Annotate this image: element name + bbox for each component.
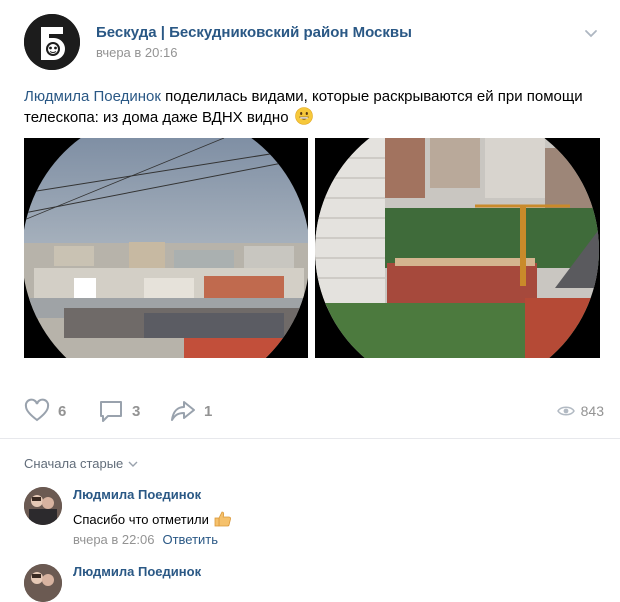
group-logo-icon: [24, 14, 80, 70]
thumbs-up-emoji-icon: [214, 511, 231, 527]
chevron-down-icon: [128, 461, 138, 467]
divider: [0, 438, 620, 439]
comment-author-link[interactable]: Людмила Поединок: [73, 487, 201, 502]
author-mention-link[interactable]: Людмила Поединок: [24, 88, 161, 105]
post-photo-2[interactable]: [315, 138, 600, 358]
comment-icon: [100, 401, 122, 422]
comment-author-link[interactable]: Людмила Поединок: [73, 564, 201, 579]
eye-icon: [556, 406, 575, 416]
heart-icon: [24, 398, 50, 422]
user-avatar-photo: [24, 564, 62, 602]
user-avatar-photo: [24, 487, 62, 525]
like-button[interactable]: 6: [24, 396, 66, 426]
comment-count: 3: [132, 402, 141, 420]
chevron-down-icon[interactable]: [584, 26, 598, 40]
post-header: Бескуда | Бескудниковский район Москвы в…: [24, 14, 604, 72]
grinning-face-emoji-icon: [294, 107, 313, 125]
views-count: 843: [580, 403, 604, 419]
sort-label: Сначала старые: [24, 456, 124, 471]
comment-button[interactable]: 3: [98, 396, 140, 426]
post-time[interactable]: вчера в 20:16: [96, 45, 177, 60]
post-text: Людмила Поединок поделилась видами, кото…: [24, 86, 594, 128]
views-counter: 843: [556, 396, 604, 426]
comment-time[interactable]: вчера в 22:06: [73, 532, 154, 547]
avatar[interactable]: [24, 564, 62, 602]
share-button[interactable]: 1: [170, 396, 212, 426]
avatar[interactable]: [24, 487, 62, 525]
post-photo-1[interactable]: [24, 138, 308, 358]
reply-button[interactable]: Ответить: [162, 532, 218, 547]
telescope-view-photo: [315, 138, 600, 358]
share-count: 1: [204, 402, 213, 420]
share-arrow-icon: [171, 401, 195, 421]
comment-text: Спасибо что отметили: [73, 511, 209, 527]
comment-body: Спасибо что отметили: [73, 509, 233, 529]
comment-item: Людмила Поединок Спасибо что отметили вч…: [24, 487, 604, 547]
group-avatar[interactable]: [24, 14, 80, 70]
post-actions-bar: 6 3 1 843: [24, 396, 604, 426]
telescope-view-photo: [24, 138, 308, 358]
comment-item: Людмила Поединок: [24, 564, 604, 602]
like-count: 6: [58, 402, 67, 420]
comments-sort-toggle[interactable]: Сначала старые: [24, 456, 138, 471]
group-name-link[interactable]: Бескуда | Бескудниковский район Москвы: [96, 24, 412, 41]
comment-meta: вчера в 22:06 Ответить: [73, 532, 218, 547]
